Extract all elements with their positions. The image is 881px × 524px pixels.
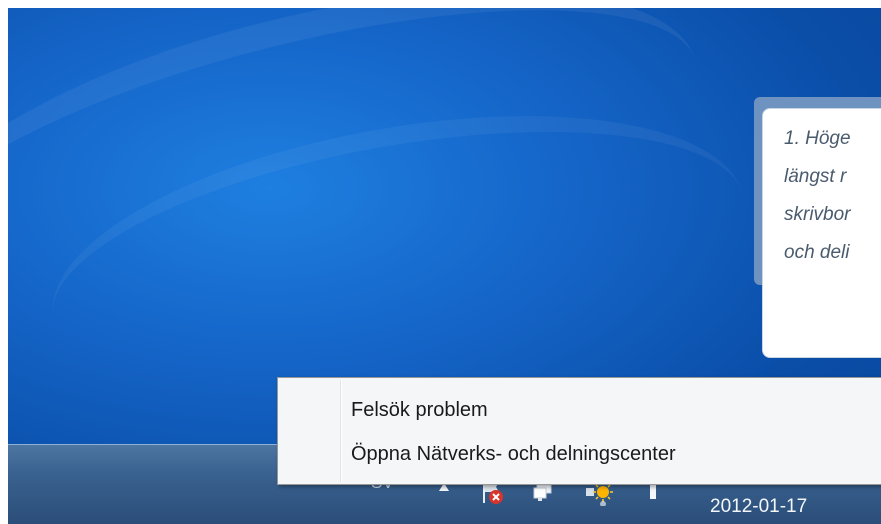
callout-line: 1. Höge (784, 128, 851, 149)
menu-gutter (340, 380, 342, 482)
taskbar-clock-date[interactable]: 2012-01-17 (710, 496, 807, 518)
menu-item-troubleshoot[interactable]: Felsök problem (351, 394, 488, 426)
callout-line: skrivbor (784, 204, 851, 225)
instruction-callout-text: 1. Höge längst r skrivbor och deli (784, 120, 881, 272)
menu-item-open-network-sharing-center[interactable]: Öppna Nätverks- och delningscenter (351, 438, 676, 470)
callout-line: och deli (784, 242, 850, 263)
callout-line: längst r (784, 166, 847, 187)
network-context-menu: Felsök problem Öppna Nätverks- och delni… (277, 377, 881, 485)
